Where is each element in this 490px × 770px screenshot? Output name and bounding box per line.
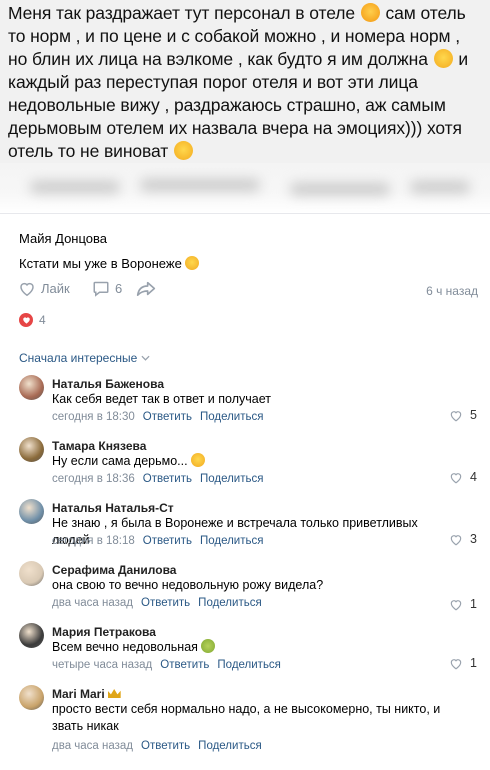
comment-time: сегодня в 18:36	[52, 473, 135, 485]
avatar[interactable]	[19, 561, 44, 586]
quote-text-1: Меня так раздражает тут персонал в отеле	[8, 3, 355, 23]
heart-outline-icon	[450, 658, 462, 669]
reply-button[interactable]: Ответить	[143, 473, 192, 485]
angry-face-icon	[360, 3, 380, 22]
comment-text: она свою то вечно недовольную рожу видел…	[52, 578, 324, 592]
comment-time: два часа назад	[52, 740, 134, 752]
comment-like-button[interactable]: 4	[449, 470, 477, 484]
heart-outline-icon	[450, 599, 462, 610]
share-link[interactable]: Поделиться	[200, 411, 264, 423]
comment-time: два часа назад	[52, 597, 134, 609]
comment-like-button[interactable]: 1	[449, 597, 477, 611]
comment-like-count: 3	[470, 532, 477, 546]
comment-time: сегодня в 18:18	[52, 535, 135, 547]
reply-button[interactable]: Ответить	[141, 740, 190, 752]
comment-author[interactable]: Наталья Баженова	[52, 377, 164, 391]
comment-meta: четыре часа назад Ответить Поделиться	[52, 659, 281, 671]
comment-meta: сегодня в 18:18 Ответить Поделиться	[52, 535, 263, 547]
share-link[interactable]: Поделиться	[198, 597, 262, 609]
likes-summary[interactable]: 4	[19, 313, 46, 327]
comment-text: Ну если сама дерьмо...	[52, 453, 452, 470]
comment-item: Наталья Баженова Как себя ведет так в от…	[0, 375, 490, 435]
heart-outline-icon	[450, 472, 462, 483]
share-link[interactable]: Поделиться	[200, 535, 264, 547]
comment-text: Как себя ведет так в ответ и получает	[52, 392, 271, 406]
divider	[0, 213, 490, 214]
post-text-body: Кстати мы уже в Воронеже	[19, 256, 182, 271]
reply-button[interactable]: Ответить	[143, 411, 192, 423]
post-time: 6 ч назад	[426, 284, 478, 298]
post-actions: Лайк 6 6 ч назад	[18, 280, 478, 302]
comment-item: Тамара Князева Ну если сама дерьмо... се…	[0, 437, 490, 497]
tears-of-joy-icon	[173, 141, 193, 160]
comment-meta: два часа назад Ответить Поделиться	[52, 597, 262, 609]
comment-item: Наталья Наталья-Ст Не знаю , я была в Во…	[0, 499, 490, 559]
comment-icon	[93, 281, 109, 297]
heart-outline-icon	[450, 410, 462, 421]
comment-like-count: 1	[470, 656, 477, 670]
crown-icon	[107, 689, 121, 698]
avatar[interactable]	[19, 623, 44, 648]
avatar[interactable]	[19, 375, 44, 400]
quoted-post: Меня так раздражает тут персонал в отеле…	[0, 0, 490, 163]
share-button[interactable]	[136, 280, 156, 297]
comment-item: Серафима Данилова она свою то вечно недо…	[0, 561, 490, 621]
smirk-face-icon	[190, 453, 205, 467]
comment-author[interactable]: Наталья Наталья-Ст	[52, 501, 174, 515]
comment-item: Мария Петракова Всем вечно недовольная ч…	[0, 623, 490, 683]
reply-button[interactable]: Ответить	[143, 535, 192, 547]
comments-count: 6	[115, 281, 123, 296]
heart-filled-icon	[19, 313, 33, 327]
heart-outline-icon	[20, 282, 34, 297]
sort-label: Сначала интересные	[19, 351, 138, 365]
comment-like-button[interactable]: 3	[449, 532, 477, 546]
comment-author[interactable]: Mari Mari	[52, 687, 121, 701]
comment-meta: сегодня в 18:36 Ответить Поделиться	[52, 473, 263, 485]
comment-author[interactable]: Тамара Князева	[52, 439, 146, 453]
comment-meta: два часа назад Ответить Поделиться	[52, 740, 262, 752]
comment-text: просто вести себя нормально надо, а не в…	[52, 702, 441, 733]
share-icon	[136, 281, 156, 296]
comment-text: Всем вечно недовольная	[52, 639, 452, 656]
share-link[interactable]: Поделиться	[198, 740, 262, 752]
comments-button[interactable]: 6	[92, 280, 122, 297]
reply-button[interactable]: Ответить	[141, 597, 190, 609]
comment-like-button[interactable]: 1	[449, 656, 477, 670]
post-text: Кстати мы уже в Воронеже	[19, 256, 199, 271]
like-button[interactable]: Лайк	[18, 280, 70, 297]
comment-time: четыре часа назад	[52, 659, 153, 671]
comment-item: Mari Mari просто вести себя нормально на…	[0, 685, 490, 752]
like-label: Лайк	[41, 281, 70, 296]
comment-author[interactable]: Мария Петракова	[52, 625, 156, 639]
comment-author[interactable]: Серафима Данилова	[52, 563, 176, 577]
likes-count: 4	[39, 313, 46, 327]
share-link[interactable]: Поделиться	[200, 473, 264, 485]
comment-time: сегодня в 18:30	[52, 411, 135, 423]
comment-like-count: 4	[470, 470, 477, 484]
chevron-down-icon	[141, 355, 150, 361]
avatar[interactable]	[19, 499, 44, 524]
avatar[interactable]	[19, 437, 44, 462]
post-author[interactable]: Майя Донцова	[19, 231, 107, 246]
blurred-region	[0, 163, 490, 213]
reply-button[interactable]: Ответить	[160, 659, 209, 671]
comment-meta: сегодня в 18:30 Ответить Поделиться	[52, 411, 263, 423]
sort-dropdown[interactable]: Сначала интересные	[19, 351, 150, 365]
comment-like-count: 1	[470, 597, 477, 611]
comment-like-count: 5	[470, 408, 477, 422]
comment-like-button[interactable]: 5	[449, 408, 477, 422]
grinning-face-icon	[433, 49, 453, 68]
grinning-face-icon	[184, 256, 199, 270]
avatar[interactable]	[19, 685, 44, 710]
share-link[interactable]: Поделиться	[217, 659, 281, 671]
heart-outline-icon	[450, 534, 462, 545]
nauseated-face-icon	[200, 639, 215, 653]
